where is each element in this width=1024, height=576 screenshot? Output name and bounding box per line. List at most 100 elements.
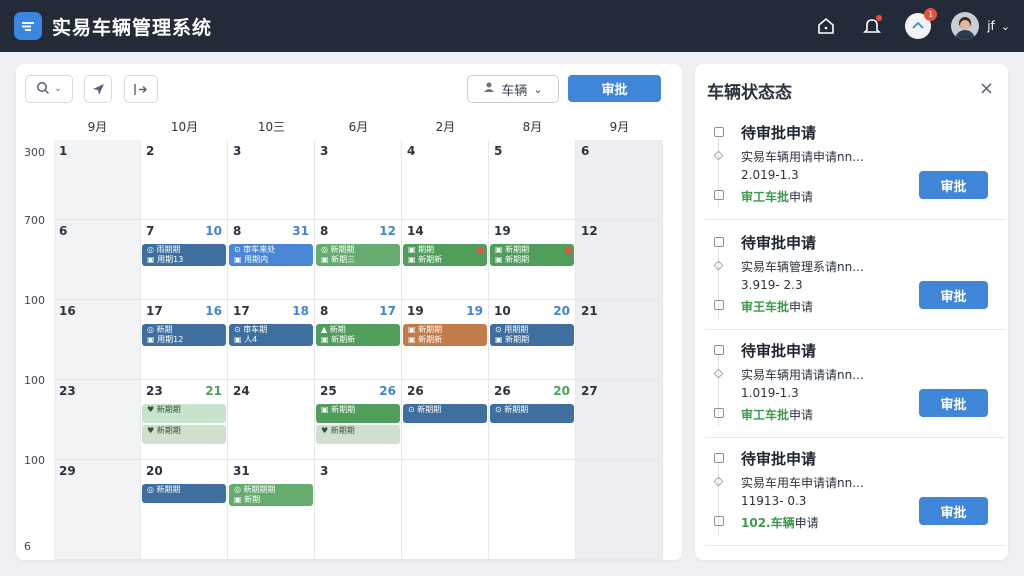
calendar-day-cell[interactable]: 14 ▣ 期期 ▣ 新期新: [402, 220, 489, 300]
row-label: 300: [24, 146, 45, 159]
calendar-event[interactable]: ⊙ 用期期 ▣ 新期期: [490, 324, 574, 346]
calendar-event[interactable]: ▣ 期期 ▣ 新期新: [403, 244, 487, 266]
bell-icon[interactable]: [859, 13, 885, 39]
day-count: 12: [379, 224, 396, 238]
day-number: 23: [146, 384, 163, 398]
day-number: 19: [494, 224, 511, 238]
calendar-day-cell[interactable]: 8 31 ⊙ 审车来处 ▣ 用期内: [228, 220, 315, 300]
calendar-event[interactable]: ♥ 新期期: [142, 404, 226, 423]
flag-icon: [478, 247, 484, 253]
calendar-day-cell[interactable]: 17 16 ◎ 新期 ▣ 用期12: [141, 300, 228, 380]
calendar-day-cell[interactable]: 31 ◎ 新期期期 ▣ 新期: [228, 460, 315, 560]
calendar-day-cell[interactable]: 23 21 ♥ 新期期 ♥ 新期期: [141, 380, 228, 460]
day-count: 21: [205, 384, 222, 398]
day-number: 25: [320, 384, 337, 398]
calendar-day-cell[interactable]: 3: [315, 460, 402, 560]
calendar-day-cell[interactable]: 6: [54, 220, 141, 300]
checkbox[interactable]: [714, 190, 724, 200]
calendar-day-cell[interactable]: [576, 460, 663, 560]
calendar-event[interactable]: ◎ 新期 ▣ 用期12: [142, 324, 226, 346]
card-approve-button[interactable]: 审批: [919, 171, 988, 199]
day-number: 2: [146, 144, 155, 158]
calendar-day-cell[interactable]: 12: [576, 220, 663, 300]
day-number: 3: [233, 144, 242, 158]
calendar-day-cell[interactable]: 20 ◎ 新期期: [141, 460, 228, 560]
app-title: 实易车辆管理系统: [52, 16, 213, 39]
vehicle-select[interactable]: 车辆 ⌄: [467, 75, 559, 103]
calendar-event[interactable]: ◎ 新期期期 ▣ 新期: [229, 484, 313, 506]
avatar[interactable]: [951, 12, 980, 40]
calendar-event[interactable]: ♥ 新期期: [316, 425, 400, 444]
chevron-down-icon: ⌄: [54, 84, 62, 94]
calendar-day-cell[interactable]: 25 26 ▣ 新期期 ♥ 新期期: [315, 380, 402, 460]
calendar-day-cell[interactable]: 2: [141, 140, 228, 220]
calendar-day-cell[interactable]: 3: [315, 140, 402, 220]
calendar-day-cell[interactable]: 6: [576, 140, 663, 220]
checkbox[interactable]: [714, 516, 724, 526]
row-label: 700: [24, 214, 45, 227]
card-status-tail: 申请: [789, 300, 814, 314]
approve-button[interactable]: 审批: [568, 75, 661, 102]
export-icon[interactable]: [124, 75, 158, 103]
calendar-day-cell[interactable]: 26 20 ⊙ 新期期: [489, 380, 576, 460]
app-bubble-icon[interactable]: 1: [905, 8, 938, 39]
checkbox[interactable]: [714, 237, 724, 247]
calendar-day-cell[interactable]: 5: [489, 140, 576, 220]
event-title: ▣ 期期: [408, 245, 435, 254]
navigate-icon[interactable]: [84, 75, 112, 103]
card-description: 实易车辆管理系请nn...: [741, 260, 864, 274]
card-approve-button[interactable]: 审批: [919, 389, 988, 417]
calendar-day-cell[interactable]: 4: [402, 140, 489, 220]
calendar-day-cell[interactable]: 16: [54, 300, 141, 380]
home-icon[interactable]: [813, 13, 839, 39]
calendar-event[interactable]: ◎ 新期期 ▣ 新期三: [316, 244, 400, 266]
checkbox[interactable]: [714, 408, 724, 418]
event-title: ⊙ 用期期: [495, 325, 529, 334]
day-number: 6: [59, 224, 68, 238]
calendar-day-cell[interactable]: 7 10 ◎ 雨期期 ▣ 用期13: [141, 220, 228, 300]
event-detail: ▣ 用期13: [147, 255, 184, 264]
checkbox[interactable]: [714, 300, 724, 310]
calendar-day-cell[interactable]: 29: [54, 460, 141, 560]
calendar-day-cell[interactable]: 27: [576, 380, 663, 460]
calendar-event[interactable]: ▲ 新期 ▣ 新期新: [316, 324, 400, 346]
calendar-event[interactable]: ⊙ 新期期: [403, 404, 487, 423]
calendar-event[interactable]: ⊙ 新期期: [490, 404, 574, 423]
card-approve-button[interactable]: 审批: [919, 497, 988, 525]
chevron-down-icon[interactable]: ⌄: [1001, 20, 1010, 33]
calendar-day-cell[interactable]: 26 ⊙ 新期期: [402, 380, 489, 460]
checkbox[interactable]: [714, 453, 724, 463]
calendar-day-cell[interactable]: 19 19 ▣ 新期期 ▣ 新期新: [402, 300, 489, 380]
calendar-day-cell[interactable]: [489, 460, 576, 560]
checkbox[interactable]: [714, 127, 724, 137]
day-number: 4: [407, 144, 416, 158]
calendar-event[interactable]: ♥ 新期期: [142, 425, 226, 444]
search-dropdown[interactable]: ⌄: [25, 75, 73, 103]
calendar-day-cell[interactable]: 3: [228, 140, 315, 220]
calendar-event[interactable]: ▣ 新期期 ▣ 新期新: [403, 324, 487, 346]
calendar-event[interactable]: ▣ 新期期 ▣ 新期期: [490, 244, 574, 266]
calendar-event[interactable]: ⊙ 审车期 ▣ 人4: [229, 324, 313, 346]
close-icon[interactable]: ×: [979, 78, 994, 99]
card-approve-button[interactable]: 审批: [919, 281, 988, 309]
calendar-event[interactable]: ◎ 新期期: [142, 484, 226, 503]
calendar-day-cell[interactable]: 17 18 ⊙ 审车期 ▣ 人4: [228, 300, 315, 380]
calendar-event[interactable]: ⊙ 审车来处 ▣ 用期内: [229, 244, 313, 266]
username[interactable]: jf: [987, 19, 995, 33]
calendar-day-cell[interactable]: 23: [54, 380, 141, 460]
event-detail: ▣ 新期三: [321, 255, 356, 264]
calendar-day-cell[interactable]: 8 12 ◎ 新期期 ▣ 新期三: [315, 220, 402, 300]
calendar-event[interactable]: ▣ 新期期: [316, 404, 400, 423]
calendar-day-cell[interactable]: [402, 460, 489, 560]
app-logo-icon[interactable]: [14, 12, 42, 40]
calendar-day-cell[interactable]: 21: [576, 300, 663, 380]
day-number: 26: [407, 384, 424, 398]
checkbox[interactable]: [714, 345, 724, 355]
calendar-day-cell[interactable]: 24: [228, 380, 315, 460]
calendar-event[interactable]: ◎ 雨期期 ▣ 用期13: [142, 244, 226, 266]
calendar-day-cell[interactable]: 8 17 ▲ 新期 ▣ 新期新: [315, 300, 402, 380]
calendar-day-cell[interactable]: 19 ▣ 新期期 ▣ 新期期: [489, 220, 576, 300]
calendar-day-cell[interactable]: 10 20 ⊙ 用期期 ▣ 新期期: [489, 300, 576, 380]
event-title: ⊙ 审车期: [234, 325, 268, 334]
calendar-day-cell[interactable]: 1: [54, 140, 141, 220]
